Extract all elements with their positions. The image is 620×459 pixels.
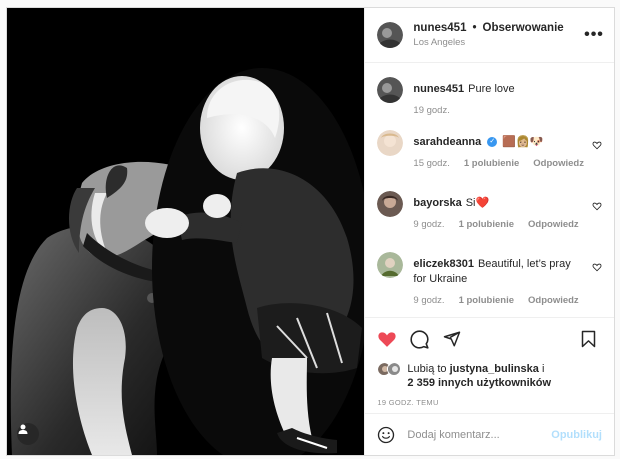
comment-button[interactable] — [410, 328, 432, 350]
likes-prefix: Lubią to — [407, 363, 447, 375]
reply-button[interactable]: Odpowiedz — [528, 295, 579, 306]
comment-username[interactable]: eliczek8301 — [413, 258, 474, 270]
commenter-avatar[interactable] — [377, 191, 404, 217]
post-actions: Lubią to justyna_bulinska i 2 359 innych… — [365, 317, 614, 413]
bookmark-icon — [581, 330, 596, 348]
liker-avatar[interactable] — [387, 362, 402, 376]
comment-time[interactable]: 9 godz. — [413, 219, 444, 230]
tag-user-button[interactable] — [17, 423, 39, 445]
following-button[interactable]: Obserwowanie — [483, 22, 564, 34]
caption-username[interactable]: nunes451 — [413, 83, 464, 95]
comment-username[interactable]: sarahdeanna — [413, 136, 481, 148]
comment-time[interactable]: 9 godz. — [413, 295, 444, 306]
emoji-icon[interactable] — [377, 426, 395, 444]
commenter-avatar[interactable] — [377, 130, 404, 156]
instagram-post: nunes451 • Obserwowanie Los Angeles ••• … — [6, 7, 615, 456]
post-header: nunes451 • Obserwowanie Los Angeles ••• — [365, 8, 614, 63]
likes-summary: Lubią to justyna_bulinska i 2 359 innych… — [377, 362, 602, 390]
comment-like-heart-icon[interactable] — [592, 201, 602, 211]
caption: nunes451 Pure love 19 godz. — [377, 77, 602, 116]
more-icon[interactable]: ••• — [584, 27, 604, 43]
likes-others-link[interactable]: 2 359 innych użytkowników — [407, 377, 551, 389]
caption-text: Pure love — [468, 83, 515, 95]
comment-like-heart-icon[interactable] — [592, 140, 602, 150]
comment-username[interactable]: bayorska — [413, 197, 461, 209]
author-avatar[interactable] — [377, 22, 404, 48]
heart-icon — [378, 332, 397, 347]
author-avatar[interactable] — [377, 77, 404, 103]
share-button[interactable] — [443, 328, 465, 350]
comment-item: bayorska Si❤️ 9 godz. 1 polubienie Odpowi… — [377, 191, 602, 230]
comment-input[interactable] — [407, 428, 552, 441]
save-button[interactable] — [580, 328, 602, 350]
liker-username[interactable]: justyna_bulinska — [450, 363, 539, 375]
comment-likes[interactable]: 1 polubienie — [464, 158, 519, 169]
reply-button[interactable]: Odpowiedz — [528, 219, 579, 230]
publish-button[interactable]: Opublikuj — [551, 429, 602, 441]
verified-icon: ✓ — [487, 137, 498, 148]
author-username[interactable]: nunes451 — [413, 22, 466, 34]
caption-time[interactable]: 19 godz. — [413, 105, 449, 116]
comment-text: 🟫👩🏼🐶 — [502, 136, 544, 148]
comment-like-heart-icon[interactable] — [592, 262, 602, 272]
like-button[interactable] — [377, 328, 399, 350]
post-photo[interactable] — [7, 8, 365, 455]
comment-item: eliczek8301 Beautiful, let’s pray for Ukr… — [377, 252, 602, 306]
comment-time[interactable]: 15 godz. — [413, 158, 449, 169]
separator-dot: • — [472, 22, 477, 34]
add-comment-bar: Opublikuj — [365, 413, 614, 455]
comment-likes[interactable]: 1 polubienie — [459, 295, 514, 306]
tag-user-icon — [18, 424, 28, 434]
likes-connector: i — [541, 363, 545, 375]
comment-icon — [410, 329, 430, 349]
comment-item: sarahdeanna ✓ 🟫👩🏼🐶 15 godz. 1 polubienie … — [377, 130, 602, 169]
post-timestamp[interactable]: 19 GODZ. TEMU — [377, 398, 602, 407]
share-icon — [444, 331, 461, 347]
reply-button[interactable]: Odpowiedz — [533, 158, 584, 169]
comments-list: nunes451 Pure love 19 godz. sarahdeanna ✓ … — [365, 63, 614, 317]
post-location[interactable]: Los Angeles — [413, 37, 584, 48]
comment-text: Si❤️ — [465, 197, 490, 209]
post-side-panel: nunes451 • Obserwowanie Los Angeles ••• … — [364, 8, 614, 455]
commenter-avatar[interactable] — [377, 252, 404, 278]
comment-likes[interactable]: 1 polubienie — [459, 219, 514, 230]
photo-image — [7, 8, 365, 455]
